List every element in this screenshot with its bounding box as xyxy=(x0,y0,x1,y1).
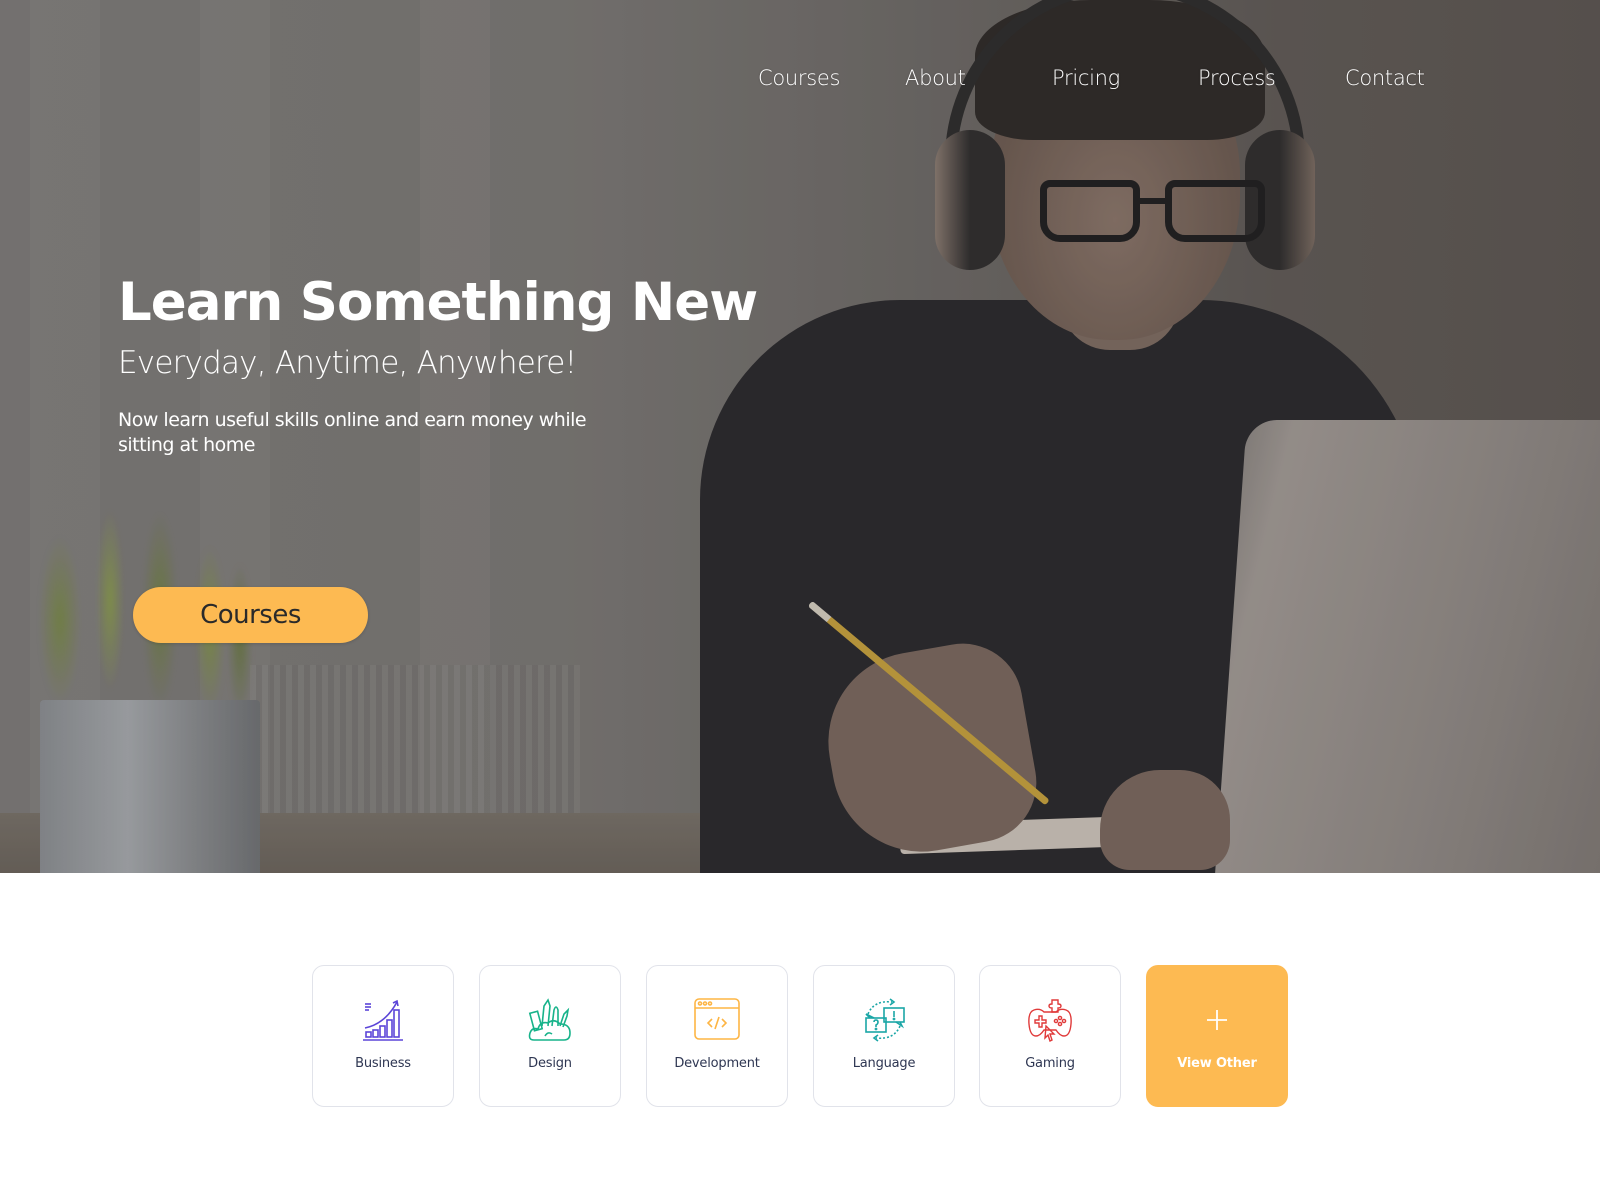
category-label: Design xyxy=(528,1056,572,1071)
plus-icon xyxy=(1193,996,1241,1044)
courses-cta-button[interactable]: Courses xyxy=(133,587,368,643)
category-card-gaming[interactable]: Gaming xyxy=(979,965,1121,1107)
code-window-icon xyxy=(693,996,741,1044)
category-label: Development xyxy=(674,1056,760,1071)
main-nav: Courses About Pricing Process Contact xyxy=(0,66,1600,96)
category-label: Language xyxy=(852,1056,916,1071)
category-card-language[interactable]: Language xyxy=(813,965,955,1107)
category-card-design[interactable]: Design xyxy=(479,965,621,1107)
speech-exchange-icon xyxy=(860,996,908,1044)
nav-item-contact[interactable]: Contact xyxy=(1345,66,1425,90)
category-card-development[interactable]: Development xyxy=(646,965,788,1107)
category-label: View Other xyxy=(1177,1056,1257,1071)
hero-section: Courses About Pricing Process Contact Le… xyxy=(0,0,1600,873)
category-label: Business xyxy=(355,1056,411,1071)
bar-chart-growth-icon xyxy=(359,996,407,1044)
hero-subtitle: Everyday, Anytime, Anywhere! xyxy=(118,345,577,381)
design-tools-icon xyxy=(526,996,574,1044)
hero-title: Learn Something New xyxy=(118,272,758,333)
nav-item-pricing[interactable]: Pricing xyxy=(1052,66,1120,90)
category-card-business[interactable]: Business xyxy=(312,965,454,1107)
category-card-view-other[interactable]: View Other xyxy=(1146,965,1288,1107)
hero-description: Now learn useful skills online and earn … xyxy=(118,409,587,456)
nav-item-courses[interactable]: Courses xyxy=(758,66,840,90)
category-label: Gaming xyxy=(1025,1056,1075,1071)
gamepad-icon xyxy=(1026,996,1074,1044)
nav-item-process[interactable]: Process xyxy=(1198,66,1276,90)
nav-item-about[interactable]: About xyxy=(905,66,966,90)
